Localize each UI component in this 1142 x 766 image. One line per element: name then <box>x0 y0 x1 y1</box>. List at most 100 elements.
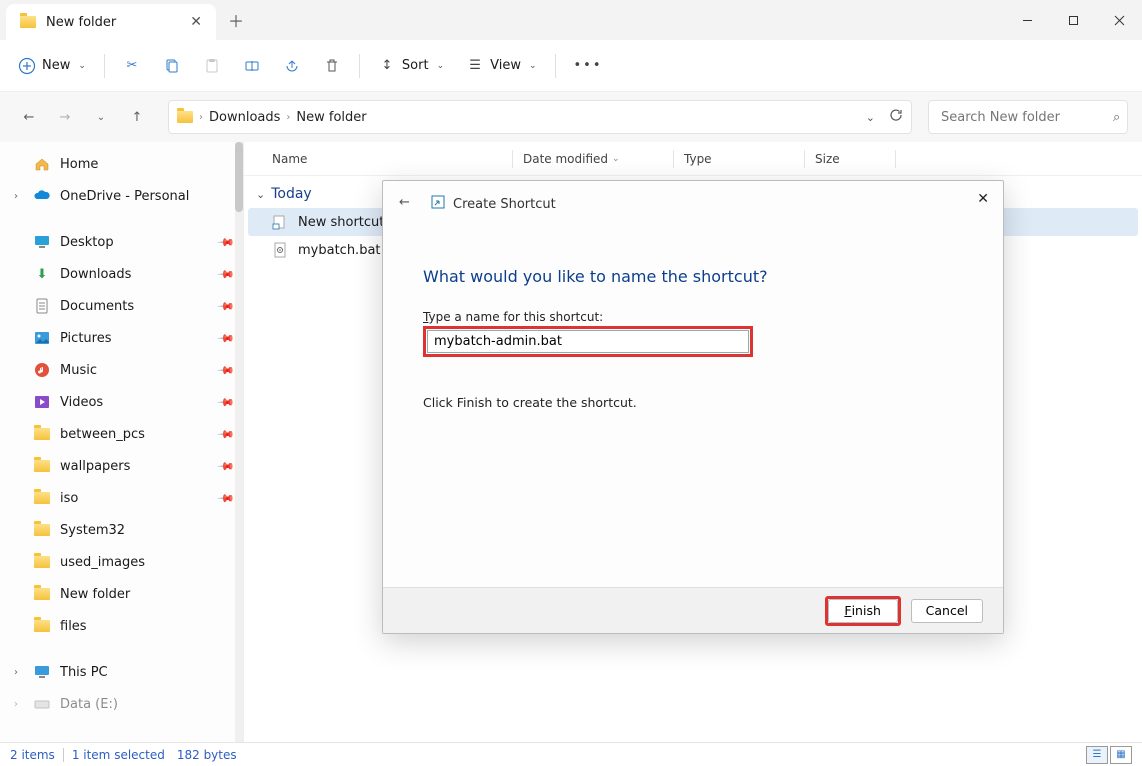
new-button[interactable]: New ⌄ <box>8 48 96 84</box>
column-headers: Name Date modified⌄ Type Size <box>244 142 1142 176</box>
recent-button[interactable]: ⌄ <box>86 102 116 132</box>
create-shortcut-dialog: ← Create Shortcut ✕ What would you like … <box>382 180 1004 634</box>
home-icon <box>34 156 50 172</box>
view-icon: ☰ <box>466 57 484 75</box>
col-name[interactable]: Name <box>272 152 512 166</box>
crumb-newfolder[interactable]: New folder <box>296 110 366 125</box>
sidebar-data-e[interactable]: › Data (E:) <box>0 688 243 720</box>
sidebar-label: New folder <box>60 587 130 602</box>
sidebar-files[interactable]: files <box>0 610 243 642</box>
sidebar-documents[interactable]: Documents📌 <box>0 290 243 322</box>
sidebar-desktop[interactable]: Desktop📌 <box>0 226 243 258</box>
delete-icon <box>323 57 341 75</box>
share-button[interactable] <box>273 48 311 84</box>
thumbnails-view-button[interactable]: ▦ <box>1110 746 1132 764</box>
expand-icon[interactable]: › <box>14 667 18 678</box>
sidebar-this-pc[interactable]: › This PC <box>0 656 243 688</box>
delete-button[interactable] <box>313 48 351 84</box>
documents-icon <box>34 298 50 314</box>
address-bar[interactable]: › Downloads › New folder ⌄ <box>168 100 912 134</box>
col-type[interactable]: Type <box>684 152 804 166</box>
status-count: 2 items <box>10 748 55 762</box>
sidebar-label: Home <box>60 157 98 172</box>
dialog-field-label: TType a name for this shortcut:ype a nam… <box>423 310 963 324</box>
sidebar-label: between_pcs <box>60 427 145 442</box>
sidebar-label: files <box>60 619 87 634</box>
folder-icon <box>34 618 50 634</box>
sidebar-used-images[interactable]: used_images <box>0 546 243 578</box>
folder-icon <box>34 426 50 442</box>
sidebar-label: Data (E:) <box>60 697 118 712</box>
view-button[interactable]: ☰ View ⌄ <box>456 48 546 84</box>
close-button[interactable] <box>1096 0 1142 40</box>
chevron-right-icon: › <box>199 112 203 123</box>
pin-icon: 📌 <box>217 393 236 412</box>
paste-icon <box>203 57 221 75</box>
chevron-right-icon: › <box>286 112 290 123</box>
sidebar-videos[interactable]: Videos📌 <box>0 386 243 418</box>
minimize-button[interactable] <box>1004 0 1050 40</box>
sidebar-downloads[interactable]: ⬇Downloads📌 <box>0 258 243 290</box>
sidebar-system32[interactable]: System32 <box>0 514 243 546</box>
sidebar-new-folder[interactable]: New folder <box>0 578 243 610</box>
back-button[interactable]: ← <box>14 102 44 132</box>
search-box[interactable]: ⌕ <box>928 100 1128 134</box>
share-icon <box>283 57 301 75</box>
sidebar-label: Music <box>60 363 97 378</box>
sidebar-music[interactable]: Music 📌 <box>0 354 243 386</box>
crumb-downloads[interactable]: Downloads <box>209 110 280 125</box>
rename-button[interactable] <box>233 48 271 84</box>
details-view-button[interactable]: ☰ <box>1086 746 1108 764</box>
maximize-button[interactable] <box>1050 0 1096 40</box>
highlight-box: Finish <box>825 596 901 626</box>
up-button[interactable]: ↑ <box>122 102 152 132</box>
status-size: 182 bytes <box>177 748 237 762</box>
cancel-button[interactable]: Cancel <box>911 599 983 623</box>
sidebar-label: OneDrive - Personal <box>60 189 189 204</box>
search-input[interactable] <box>939 109 1113 126</box>
refresh-button[interactable] <box>889 108 903 126</box>
expand-icon[interactable]: › <box>14 191 18 202</box>
col-size[interactable]: Size <box>815 152 895 166</box>
sort-button[interactable]: ↕ Sort ⌄ <box>368 48 454 84</box>
navigation-row: ← → ⌄ ↑ › Downloads › New folder ⌄ ⌕ <box>0 92 1142 142</box>
tab-close-icon[interactable]: ✕ <box>190 14 202 30</box>
sidebar-onedrive[interactable]: › OneDrive - Personal <box>0 180 243 212</box>
cut-button[interactable]: ✂ <box>113 48 151 84</box>
shortcut-name-input[interactable] <box>427 330 749 353</box>
titlebar-drag-region[interactable] <box>256 0 1004 40</box>
dialog-footer: Finish Cancel <box>383 587 1003 633</box>
dialog-close-button[interactable]: ✕ <box>977 191 989 207</box>
dialog-back-button[interactable]: ← <box>399 195 410 210</box>
dialog-heading: What would you like to name the shortcut… <box>423 267 963 286</box>
pictures-icon <box>34 330 50 346</box>
sidebar-label: Documents <box>60 299 134 314</box>
sidebar-between-pcs[interactable]: between_pcs📌 <box>0 418 243 450</box>
forward-button[interactable]: → <box>50 102 80 132</box>
finish-button[interactable]: Finish <box>828 599 898 623</box>
sidebar-home[interactable]: Home <box>0 148 243 180</box>
sidebar-iso[interactable]: iso📌 <box>0 482 243 514</box>
pin-icon: 📌 <box>217 233 236 252</box>
pin-icon: 📌 <box>217 361 236 380</box>
file-name: New shortcut <box>298 215 384 230</box>
sort-icon: ↕ <box>378 57 396 75</box>
chevron-down-icon: ⌄ <box>529 61 537 71</box>
sidebar-wallpapers[interactable]: wallpapers📌 <box>0 450 243 482</box>
expand-icon[interactable]: › <box>14 699 18 710</box>
more-button[interactable]: ••• <box>564 48 613 84</box>
sidebar-label: This PC <box>60 665 108 680</box>
dialog-help-text: Click Finish to create the shortcut. <box>423 395 963 410</box>
col-date[interactable]: Date modified⌄ <box>523 152 673 166</box>
highlight-box <box>423 326 753 357</box>
paste-button[interactable] <box>193 48 231 84</box>
window-tab[interactable]: New folder ✕ <box>6 4 216 40</box>
copy-button[interactable] <box>153 48 191 84</box>
new-tab-button[interactable]: ＋ <box>216 0 256 40</box>
chevron-down-icon[interactable]: ⌄ <box>866 111 875 124</box>
cut-icon: ✂ <box>123 57 141 75</box>
group-label: Today <box>271 186 312 202</box>
sidebar-pictures[interactable]: Pictures📌 <box>0 322 243 354</box>
view-label: View <box>490 58 521 73</box>
onedrive-icon <box>34 188 50 204</box>
